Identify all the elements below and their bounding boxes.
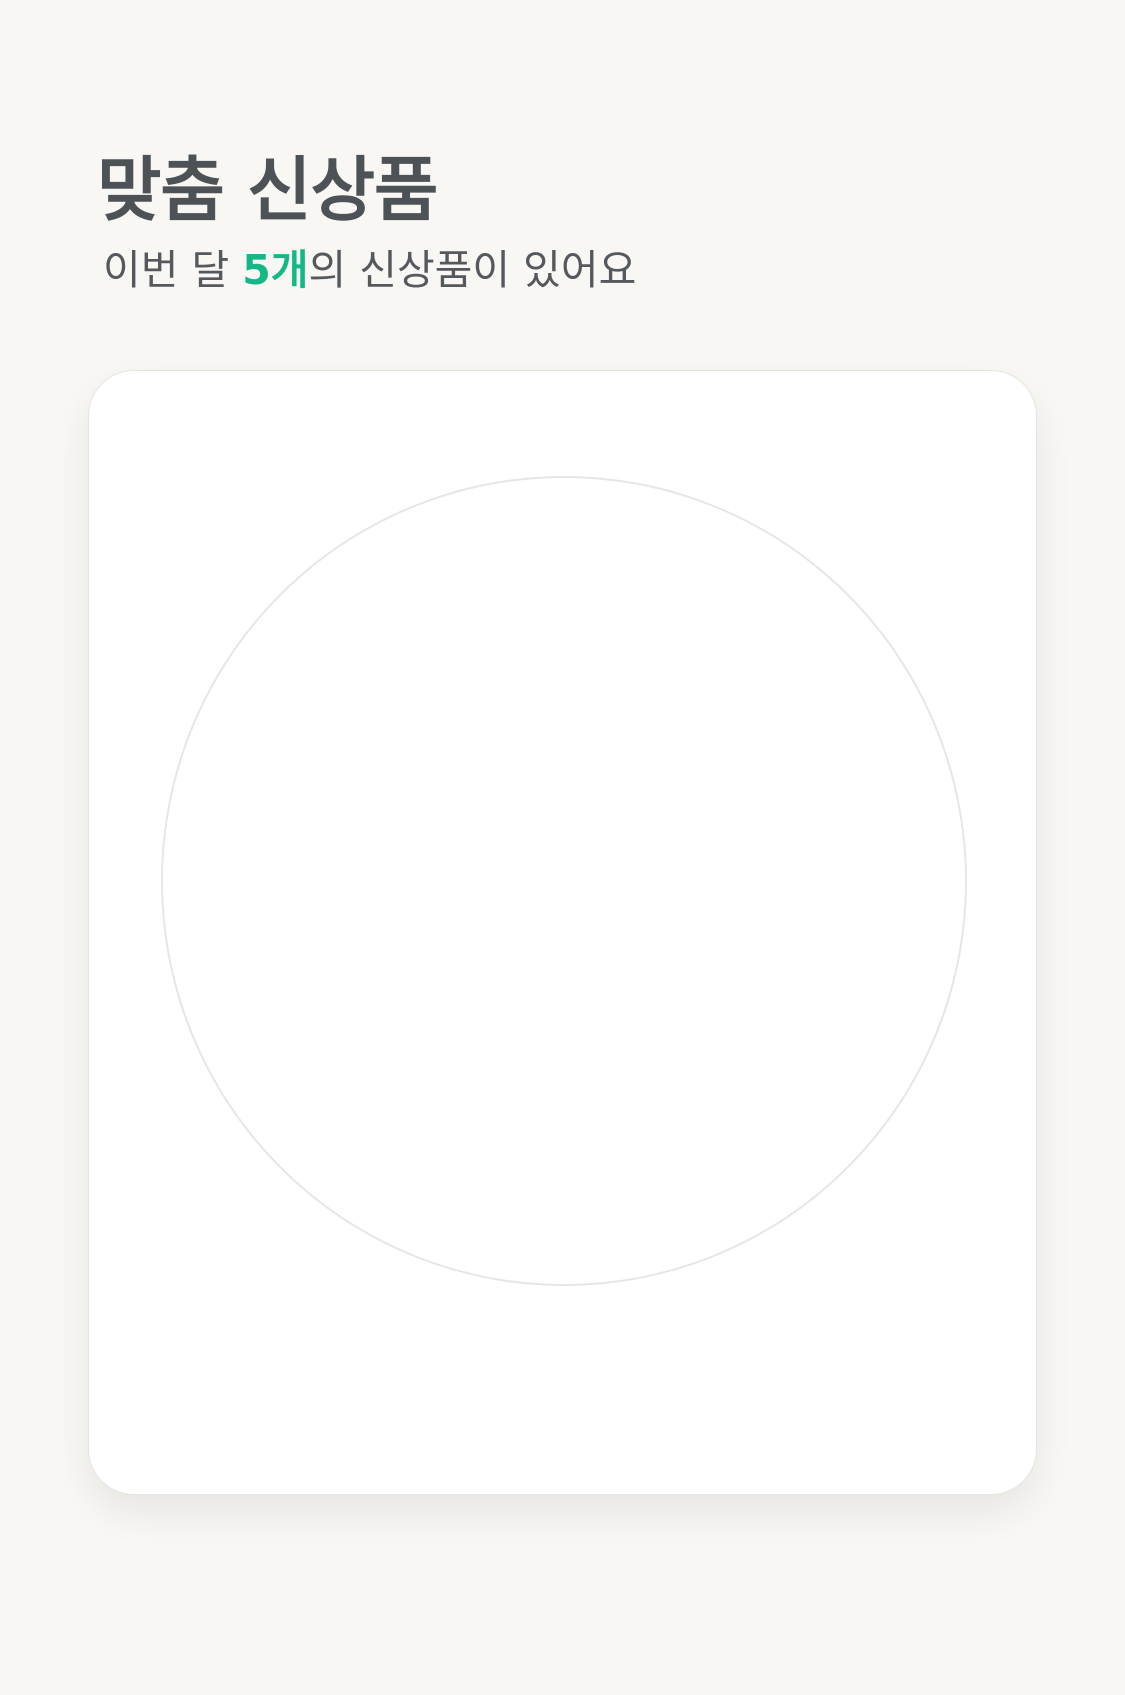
subtitle-prefix: 이번 달 [103, 246, 243, 294]
header-section: 맞춤 신상품 이번 달 5개의 신상품이 있어요 [97, 148, 997, 298]
subtitle-suffix: 의 신상품이 있어요 [308, 246, 637, 294]
page-title: 맞춤 신상품 [97, 149, 438, 231]
product-image-placeholder [161, 476, 967, 1286]
new-product-count: 5개 [242, 246, 309, 294]
page-subtitle: 이번 달 5개의 신상품이 있어요 [103, 242, 997, 298]
product-card[interactable] [88, 370, 1037, 1495]
